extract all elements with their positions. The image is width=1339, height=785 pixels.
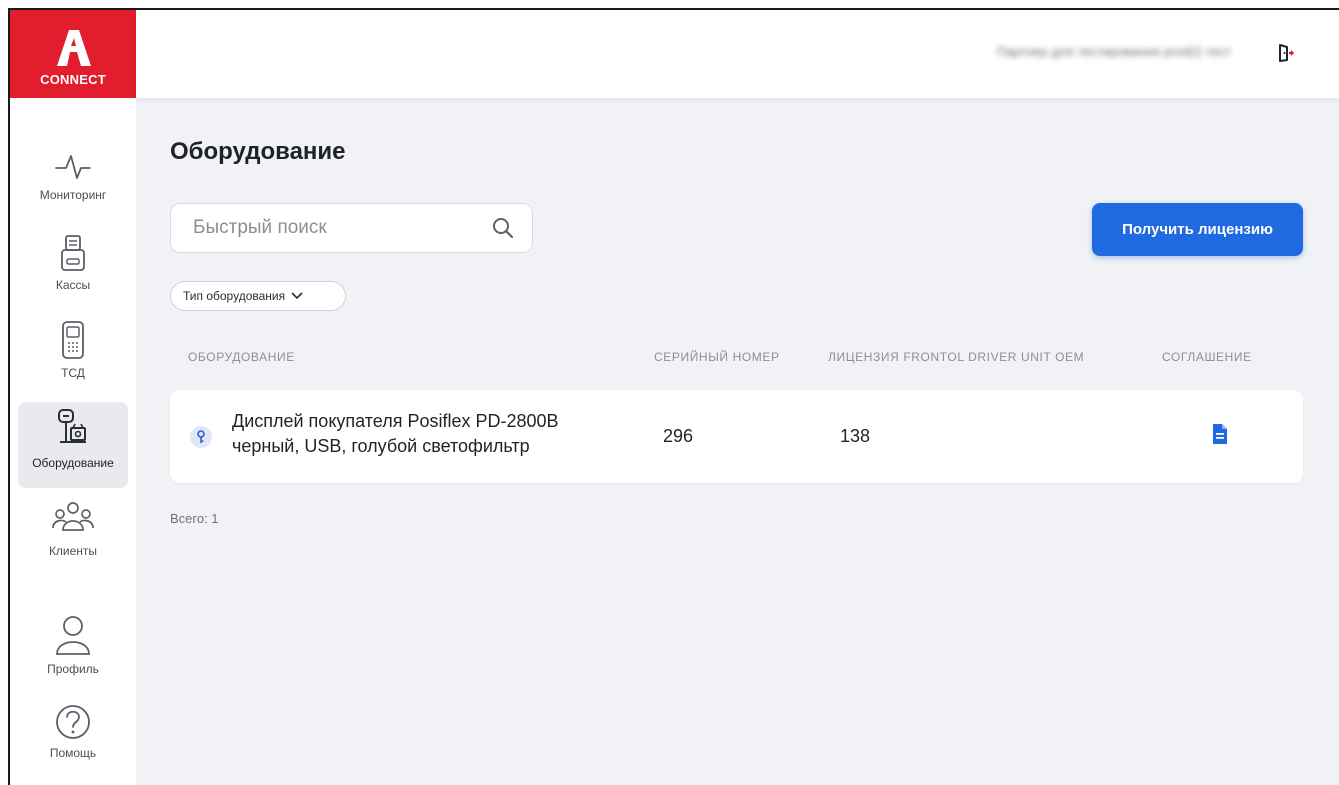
clients-group-icon — [52, 502, 94, 531]
serial-number: 296 — [663, 426, 694, 446]
brand-logo[interactable]: CONNECT — [10, 10, 136, 98]
license-value: 138 — [840, 426, 871, 446]
sidebar-item-label: Оборудование — [32, 456, 114, 470]
top-header: Партнер для тестирования prod(/) тест — [136, 10, 1339, 98]
help-question-icon — [56, 705, 90, 739]
equipment-name-line2: черный, USB, голубой светофильтр — [232, 436, 530, 456]
equipment-name: Дисплей покупателя Posiflex PD-2800B чер… — [232, 409, 632, 459]
sidebar-item-profile[interactable]: Профиль — [18, 614, 128, 686]
cash-register-icon — [61, 235, 85, 271]
column-header-serial[interactable]: СЕРИЙНЫЙ НОМЕР — [654, 350, 780, 364]
user-profile-icon — [56, 616, 90, 655]
sidebar-item-label: Помощь — [49, 746, 97, 760]
app-frame: CONNECT Мониторинг Кассы ТСД Оборудовани… — [8, 8, 1339, 785]
key-icon — [190, 426, 212, 448]
sidebar-item-label: Мониторинг — [39, 188, 107, 202]
sidebar-item-equipment[interactable]: Оборудование — [18, 402, 128, 488]
quick-search[interactable] — [170, 203, 533, 253]
sidebar-item-label: Кассы — [55, 278, 91, 292]
document-icon[interactable] — [1211, 423, 1229, 450]
get-license-button[interactable]: Получить лицензию — [1092, 203, 1303, 256]
logout-icon[interactable] — [1277, 44, 1295, 67]
brand-mark-icon — [57, 30, 91, 66]
sidebar-item-monitoring[interactable]: Мониторинг — [18, 148, 128, 220]
partner-name[interactable]: Партнер для тестирования prod(/) тест — [997, 44, 1231, 59]
equipment-type-filter[interactable]: Тип оборудования — [170, 281, 346, 311]
total-count: Всего: 1 — [170, 511, 219, 526]
column-header-agreement[interactable]: СОГЛАШЕНИЕ — [1162, 350, 1252, 364]
sidebar-item-label: ТСД — [61, 366, 85, 380]
scanner-terminal-icon — [62, 321, 84, 359]
filter-label: Тип оборудования — [183, 289, 286, 303]
sidebar-item-tsd[interactable]: ТСД — [18, 318, 128, 390]
page-title: Оборудование — [170, 138, 346, 165]
brand-name: CONNECT — [40, 72, 106, 87]
column-header-equipment[interactable]: ОБОРУДОВАНИЕ — [188, 350, 295, 364]
sidebar-item-clients[interactable]: Клиенты — [18, 500, 128, 572]
sidebar: CONNECT Мониторинг Кассы ТСД Оборудовани… — [10, 10, 136, 785]
equipment-scale-icon — [58, 409, 86, 443]
sidebar-item-label: Клиенты — [48, 544, 98, 558]
column-header-license[interactable]: ЛИЦЕНЗИЯ FRONTOL DRIVER UNIT OEM — [828, 350, 1084, 364]
search-icon[interactable] — [492, 217, 514, 239]
chevron-down-icon — [291, 292, 303, 300]
sidebar-item-label: Профиль — [47, 662, 99, 676]
equipment-name-line1: Дисплей покупателя Posiflex PD-2800B — [232, 411, 559, 431]
table-row[interactable]: Дисплей покупателя Posiflex PD-2800B чер… — [170, 390, 1303, 483]
search-input[interactable] — [193, 217, 492, 239]
sidebar-item-help[interactable]: Помощь — [18, 702, 128, 774]
sidebar-item-cash-registers[interactable]: Кассы — [18, 234, 128, 300]
pulse-icon — [55, 155, 91, 179]
